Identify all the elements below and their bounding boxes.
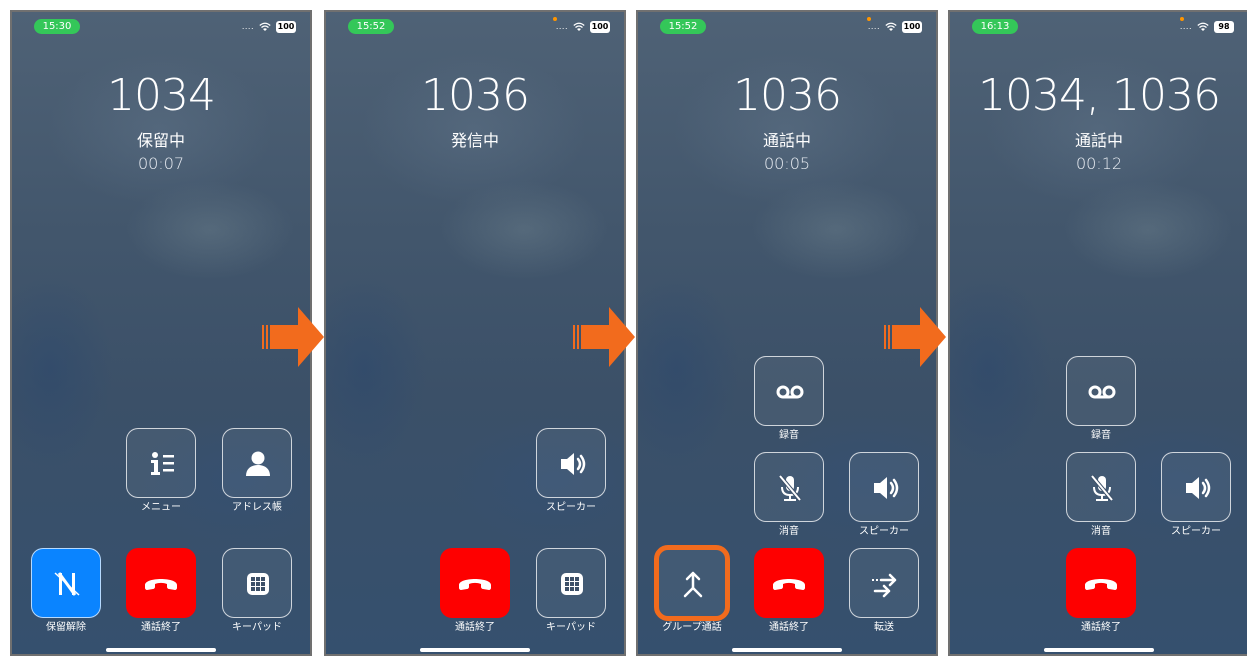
unhold-button[interactable] (31, 548, 101, 618)
mute-button[interactable] (754, 452, 824, 522)
menu-button[interactable] (126, 428, 196, 498)
keypad-label: キーパッド (546, 622, 596, 633)
right-arrow-icon (884, 307, 946, 367)
menu-label: メニュー (141, 502, 181, 513)
home-indicator[interactable] (732, 648, 842, 652)
contacts-label: アドレス帳 (232, 502, 282, 513)
mute-label: 消音 (779, 526, 799, 537)
highlight-frame (654, 545, 730, 621)
call-status: 通話中 (762, 131, 811, 150)
right-arrow-icon (262, 307, 324, 367)
mute-button[interactable] (1066, 452, 1136, 522)
keypad-icon (238, 564, 278, 604)
keypad-button[interactable] (536, 548, 606, 618)
voicemail-icon (1082, 372, 1122, 412)
wifi-icon (573, 22, 585, 32)
end-call-button[interactable] (754, 548, 824, 618)
status-bar-right: .... 100 (868, 20, 922, 34)
speaker-icon (552, 444, 592, 484)
speaker-button[interactable] (536, 428, 606, 498)
transfer-label: 転送 (874, 622, 894, 633)
signal-icon: .... (555, 22, 568, 31)
caller-number: 1036 (421, 70, 530, 121)
hangup-icon (141, 563, 181, 603)
signal-icon: .... (241, 22, 254, 31)
hangup-icon (769, 563, 809, 603)
mute-label: 消音 (1091, 526, 1111, 537)
status-bar-right: .... 100 (556, 20, 610, 34)
status-bar-right: .... 100 (242, 20, 296, 34)
call-status: 保留中 (136, 131, 185, 150)
speaker-label: スピーカー (859, 526, 909, 537)
battery-indicator: 100 (590, 21, 610, 33)
record-label: 録音 (1091, 430, 1111, 441)
person-icon (238, 444, 278, 484)
record-button[interactable] (754, 356, 824, 426)
end-call-label: 通話終了 (141, 622, 181, 633)
call-status: 発信中 (450, 131, 499, 150)
unhold-icon (47, 564, 87, 604)
time-pill: 16:13 (972, 19, 1018, 34)
speaker-label: スピーカー (1171, 526, 1221, 537)
caller-number: 1034 (107, 70, 216, 121)
battery-indicator: 100 (276, 21, 296, 33)
end-call-button[interactable] (1066, 548, 1136, 618)
end-call-label: 通話終了 (1081, 622, 1121, 633)
signal-icon: .... (867, 22, 880, 31)
wifi-icon (259, 22, 271, 32)
speaker-icon (865, 468, 905, 508)
keypad-label: キーパッド (232, 622, 282, 633)
record-label: 録音 (779, 430, 799, 441)
home-indicator[interactable] (106, 648, 216, 652)
right-arrow-icon (573, 307, 635, 367)
unhold-label: 保留解除 (46, 622, 86, 633)
keypad-icon (552, 564, 592, 604)
contacts-button[interactable] (222, 428, 292, 498)
call-status: 通話中 (1074, 131, 1123, 150)
status-bar-right: .... 98 (1180, 20, 1234, 34)
call-duration: 00:12 (1075, 154, 1123, 173)
speaker-icon (1177, 468, 1217, 508)
call-duration: 00:07 (137, 154, 185, 173)
group-call-label: グループ通話 (662, 622, 722, 633)
mute-icon (770, 468, 810, 508)
end-call-label: 通話終了 (769, 622, 809, 633)
signal-icon: .... (1179, 22, 1192, 31)
wifi-icon (1197, 22, 1209, 32)
end-call-button[interactable] (440, 548, 510, 618)
end-call-label: 通話終了 (455, 622, 495, 633)
transfer-icon (865, 564, 905, 604)
end-call-button[interactable] (126, 548, 196, 618)
time-pill: 15:30 (34, 19, 80, 34)
speaker-label: スピーカー (546, 502, 596, 513)
home-indicator[interactable] (420, 648, 530, 652)
caller-number: 1036 (733, 70, 842, 121)
voicemail-icon (770, 372, 810, 412)
speaker-button[interactable] (849, 452, 919, 522)
battery-indicator: 98 (1214, 21, 1234, 33)
caller-number: 1034, 1036 (978, 70, 1221, 121)
home-indicator[interactable] (1044, 648, 1154, 652)
record-button[interactable] (1066, 356, 1136, 426)
hangup-icon (455, 563, 495, 603)
battery-indicator: 100 (902, 21, 922, 33)
time-pill: 15:52 (348, 19, 394, 34)
speaker-button[interactable] (1161, 452, 1231, 522)
phone-screen-4: 16:13 .... 98 1034, 1036 通話中 00:12 録音 消音… (948, 10, 1247, 656)
hangup-icon (1081, 563, 1121, 603)
list-icon (142, 444, 182, 484)
transfer-button[interactable] (849, 548, 919, 618)
call-duration: 00:05 (763, 154, 811, 173)
wifi-icon (885, 22, 897, 32)
mute-icon (1082, 468, 1122, 508)
time-pill: 15:52 (660, 19, 706, 34)
keypad-button[interactable] (222, 548, 292, 618)
